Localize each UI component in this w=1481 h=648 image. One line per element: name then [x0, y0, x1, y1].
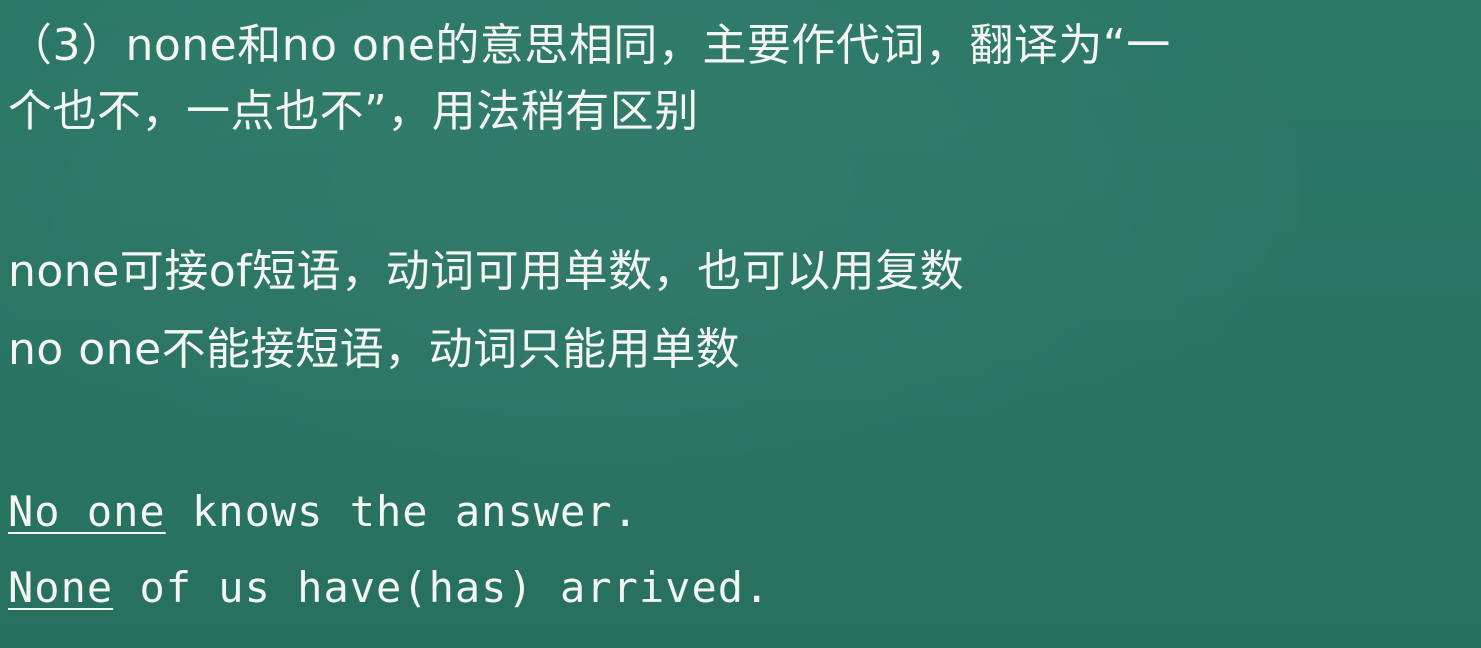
- rule-none: none可接of短语，动词可用单数，也可以用复数: [8, 246, 965, 297]
- example-sentence-1: No one knows the answer.: [8, 484, 639, 540]
- example-2-subject: None: [8, 563, 114, 612]
- rule-no-one: no one不能接短语，动词只能用单数: [8, 324, 741, 375]
- chalkboard-background: （3）none和no one的意思相同，主要作代词，翻译为“一 个也不，一点也不…: [0, 0, 1481, 648]
- heading-line-1: （3）none和no one的意思相同，主要作代词，翻译为“一: [8, 20, 1171, 71]
- example-1-subject: No one: [8, 487, 166, 536]
- example-2-rest: of us have(has) arrived.: [113, 563, 771, 612]
- heading-line-2: 个也不，一点也不”，用法稍有区别: [8, 86, 699, 137]
- example-sentence-2: None of us have(has) arrived.: [8, 560, 770, 616]
- example-1-rest: knows the answer.: [165, 487, 639, 536]
